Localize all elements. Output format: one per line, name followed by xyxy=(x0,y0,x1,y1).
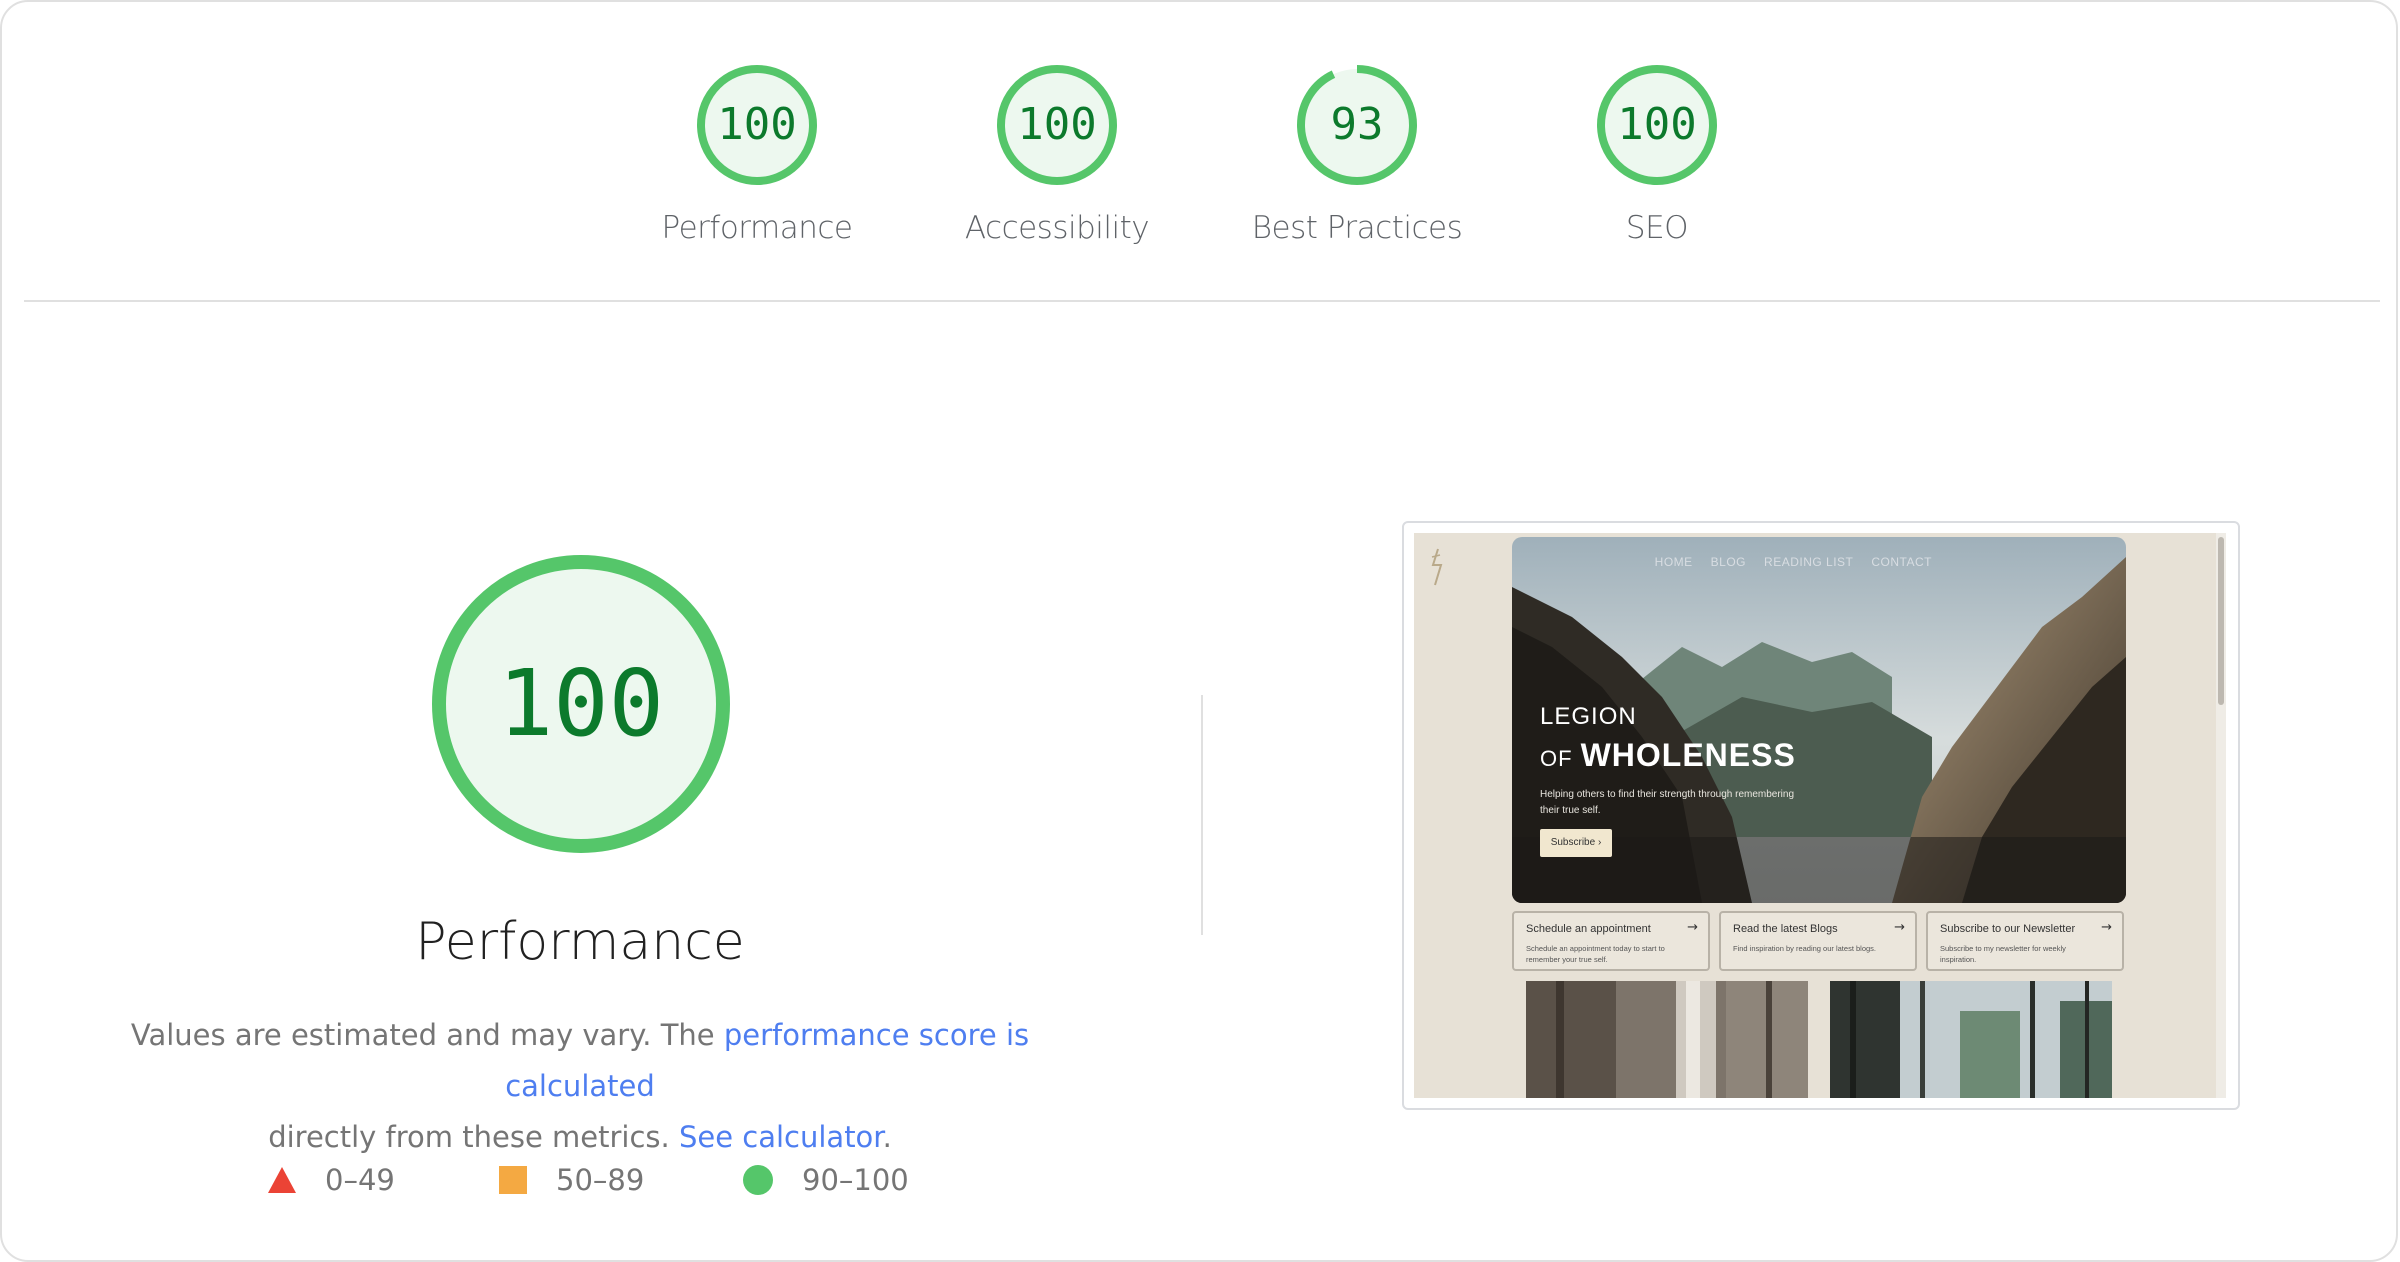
gauge-score: 100 xyxy=(717,99,797,150)
desc-text: Values are estimated and may vary. The xyxy=(130,1018,724,1052)
hero-wholeness: WHOLENESS xyxy=(1580,737,1796,773)
gauge-best-practices[interactable]: 93 Best Practices xyxy=(1227,62,1487,246)
gauge-label: SEO xyxy=(1625,210,1689,246)
forest-photo xyxy=(1830,981,2112,1098)
legend-range: 0–49 xyxy=(325,1163,395,1197)
legend-fail: 0–49 xyxy=(267,1160,395,1200)
subscribe-button: Subscribe › xyxy=(1540,829,1612,857)
gauge-score: 100 xyxy=(1017,99,1097,150)
hero-banner: HOME BLOG READING LIST CONTACT LEGION OF… xyxy=(1512,537,2126,903)
card-subtitle: Schedule an appointment today to start t… xyxy=(1526,944,1665,964)
arrow-right-icon: → xyxy=(2101,920,2112,935)
gauge-label: Accessibility xyxy=(964,210,1150,246)
vertical-divider xyxy=(1201,695,1203,935)
page-scrollbar xyxy=(2216,533,2226,1098)
performance-score: 100 xyxy=(497,650,665,757)
category-gauges: 100 Performance 100 Accessibility 93 Bes… xyxy=(0,0,2400,300)
card-blogs: Read the latest Blogs → Find inspiration… xyxy=(1719,911,1917,971)
gauge-score: 100 xyxy=(1617,99,1697,150)
final-screenshot[interactable]: HOME BLOG READING LIST CONTACT LEGION OF… xyxy=(1402,521,2240,1110)
card-subtitle: Find inspiration by reading our latest b… xyxy=(1733,944,1876,953)
hero-heading-line2: OF WHOLENESS xyxy=(1540,737,1796,774)
gauge-accessibility[interactable]: 100 Accessibility xyxy=(927,62,1187,246)
card-appointment: Schedule an appointment → Schedule an ap… xyxy=(1512,911,1710,971)
gauge-label: Best Practices xyxy=(1251,210,1463,246)
performance-description: Values are estimated and may vary. The p… xyxy=(90,1010,1070,1163)
scrollbar-thumb xyxy=(2218,537,2224,705)
card-newsletter: Subscribe to our Newsletter → Subscribe … xyxy=(1926,911,2124,971)
gauge-performance[interactable]: 100 Performance xyxy=(627,62,887,246)
site-nav: HOME BLOG READING LIST CONTACT xyxy=(1512,555,2126,569)
action-cards: Schedule an appointment → Schedule an ap… xyxy=(1512,911,2126,973)
site-logo-icon xyxy=(1431,548,1443,586)
performance-score-gauge: 100 xyxy=(430,553,732,855)
desc-text: directly from these metrics. xyxy=(268,1120,679,1154)
gauge-seo[interactable]: 100 SEO xyxy=(1527,62,1787,246)
hero-heading-line1: LEGION xyxy=(1540,703,1637,730)
hero-of: OF xyxy=(1540,746,1573,771)
fail-triangle-icon xyxy=(268,1167,296,1193)
hero-subtitle: Helping others to find their strength th… xyxy=(1540,789,1795,816)
gauge-score: 93 xyxy=(1330,99,1384,150)
card-title: Subscribe to our Newsletter xyxy=(1940,923,2076,935)
card-title: Schedule an appointment xyxy=(1526,923,1651,935)
desc-text: . xyxy=(882,1120,892,1154)
score-legend: 0–49 50–89 90–100 xyxy=(0,1160,1100,1200)
arrow-right-icon: → xyxy=(1894,920,1905,935)
nav-home: HOME xyxy=(1654,555,1693,569)
nav-reading-list: READING LIST xyxy=(1764,555,1854,569)
see-calculator-link[interactable]: See calculator xyxy=(679,1120,883,1154)
gauge-label: Performance xyxy=(661,210,853,246)
card-title: Read the latest Blogs xyxy=(1733,923,1838,935)
nav-contact: CONTACT xyxy=(1871,555,1932,569)
waterfall-photo xyxy=(1526,981,1808,1098)
average-square-icon xyxy=(499,1166,527,1194)
legend-range: 50–89 xyxy=(556,1163,645,1197)
arrow-right-icon: → xyxy=(1687,920,1698,935)
pass-circle-icon xyxy=(743,1165,773,1195)
legend-range: 90–100 xyxy=(802,1163,909,1197)
performance-title: Performance xyxy=(415,912,745,972)
screenshot-page: HOME BLOG READING LIST CONTACT LEGION OF… xyxy=(1414,533,2226,1098)
legend-average: 50–89 xyxy=(498,1160,644,1200)
card-subtitle: Subscribe to my newsletter for weekly in… xyxy=(1940,944,2066,964)
section-divider xyxy=(24,300,2380,302)
nav-blog: BLOG xyxy=(1710,555,1747,569)
legend-pass: 90–100 xyxy=(742,1160,909,1200)
